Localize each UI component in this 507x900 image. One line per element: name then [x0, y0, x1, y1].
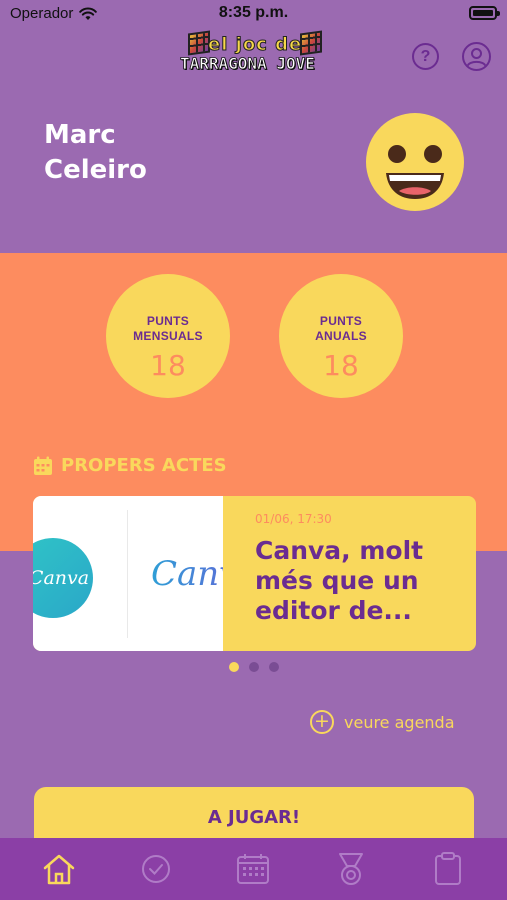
event-card[interactable]: Canva Canva 01/06, 17:30 Canva, molt més… — [33, 496, 476, 651]
battery-icon — [469, 6, 500, 20]
yearly-points-label-line1: PUNTS — [319, 314, 363, 328]
profile-button[interactable] — [462, 42, 491, 71]
yearly-points-badge: PUNTS ANUALS 18 — [279, 274, 403, 398]
status-time: 8:35 p.m. — [218, 4, 289, 21]
tab-home[interactable] — [35, 845, 83, 893]
image-divider — [127, 510, 128, 638]
tab-bar — [0, 838, 507, 900]
smiley-face-icon — [386, 145, 444, 199]
rubik-cube-icon — [188, 30, 210, 56]
question-icon: ? — [420, 48, 431, 65]
yearly-points-label-line2: ANUALS — [315, 329, 367, 343]
canva-logo-word: Canva — [151, 554, 223, 594]
event-title: Canva, molt més que un editor de... — [255, 536, 424, 625]
clipboard-icon — [435, 852, 462, 885]
check-circle-icon — [142, 855, 171, 883]
monthly-points-value: 18 — [150, 349, 186, 382]
home-icon — [43, 854, 74, 885]
upcoming-title-text: PROPERS ACTES — [61, 455, 227, 476]
status-bar: Operador 8:35 p.m. — [0, 0, 507, 28]
monthly-points-label: PUNTS MENSUALS — [106, 314, 230, 344]
rubik-cube-icon — [300, 30, 322, 56]
medal-icon — [338, 853, 363, 885]
tab-ranking[interactable] — [327, 845, 375, 893]
carousel-dot[interactable] — [249, 662, 259, 672]
carousel-indicator — [229, 662, 279, 672]
tab-agenda[interactable] — [229, 845, 277, 893]
monthly-points-badge: PUNTS MENSUALS 18 — [106, 274, 230, 398]
plus-circle-icon: + — [310, 710, 334, 734]
user-first-name: Marc — [44, 120, 116, 150]
help-button[interactable]: ? — [412, 43, 439, 70]
tab-rules[interactable] — [424, 845, 472, 893]
canva-logo-circle: Canva — [33, 538, 93, 618]
monthly-points-label-line2: MENSUALS — [133, 329, 203, 343]
carousel-dot[interactable] — [229, 662, 239, 672]
event-date: 01/06, 17:30 — [255, 512, 332, 526]
avatar[interactable] — [366, 113, 464, 211]
carousel-dot[interactable] — [269, 662, 279, 672]
event-image: Canva Canva — [33, 496, 223, 651]
yearly-points-value: 18 — [323, 349, 359, 382]
yearly-points-label: PUNTS ANUALS — [279, 314, 403, 344]
calendar-icon — [34, 456, 52, 475]
logo-text-top: el joc de — [207, 34, 303, 56]
view-agenda-link[interactable]: + veure agenda — [310, 710, 455, 734]
upcoming-section-title: PROPERS ACTES — [33, 455, 227, 476]
user-name: Marc Celeiro — [44, 118, 147, 188]
monthly-points-label-line1: PUNTS — [146, 314, 190, 328]
user-last-name: Celeiro — [44, 155, 147, 185]
view-agenda-label: veure agenda — [344, 712, 455, 732]
logo-text-bottom: TARRAGONA JOVE — [180, 54, 316, 74]
calendar-icon — [237, 854, 270, 884]
tab-challenges[interactable] — [132, 845, 180, 893]
app-logo: el joc de TARRAGONA JOVE — [178, 30, 330, 80]
user-icon — [466, 48, 487, 67]
